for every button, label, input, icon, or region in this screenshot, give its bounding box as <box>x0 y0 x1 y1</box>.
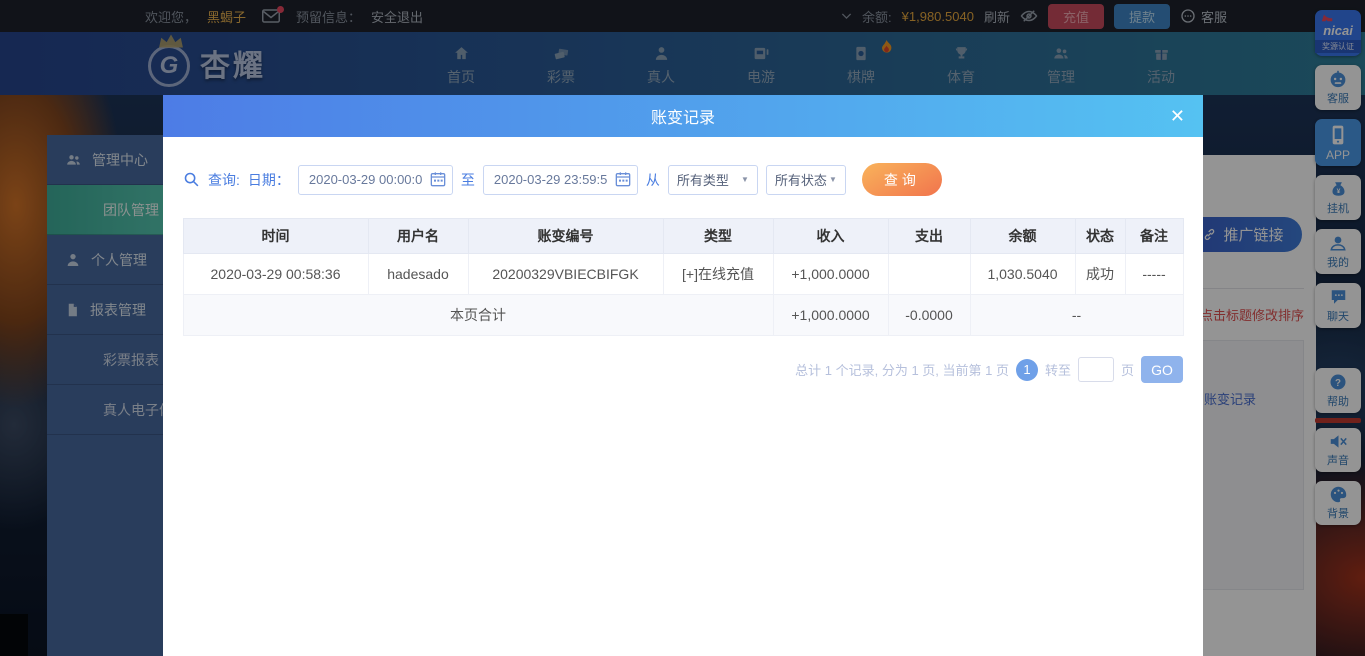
goto-page-input[interactable] <box>1077 357 1114 382</box>
cell-expense <box>887 253 971 295</box>
cell-type: [+]在线充值 <box>662 253 774 295</box>
page-number-button[interactable]: 1 <box>1015 358 1038 381</box>
search-icon <box>184 172 199 187</box>
cell-balance: 1,030.5040 <box>969 253 1076 295</box>
summary-balance: -- <box>969 294 1184 336</box>
col-change-no: 账变编号 <box>467 218 664 254</box>
modal-title: 账变记录 <box>650 110 715 127</box>
cell-remark: ----- <box>1124 253 1184 295</box>
summary-expense: -0.0000 <box>887 294 971 336</box>
to-label: 至 <box>460 171 475 188</box>
pagination-summary: 总计 1 个记录, 分为 1 页, 当前第 1 页 <box>795 363 1009 378</box>
close-icon[interactable]: ✕ <box>1170 107 1185 125</box>
col-username: 用户名 <box>367 218 469 254</box>
from-label: 从 <box>645 171 660 188</box>
search-form: 查询: 日期： 至 从 所有类型 ▼ 所有状态 ▼ 查询 <box>183 163 1203 196</box>
cell-income: +1,000.0000 <box>772 253 889 295</box>
goto-label: 转至 <box>1044 363 1071 378</box>
col-expense: 支出 <box>887 218 971 254</box>
date-label: 日期： <box>247 171 290 188</box>
status-select[interactable]: 所有状态 ▼ <box>765 164 846 195</box>
records-table: 时间 用户名 账变编号 类型 收入 支出 余额 状态 备注 2020-03-29… <box>182 218 1184 336</box>
modal-header: 账变记录 ✕ <box>163 95 1203 137</box>
col-income: 收入 <box>772 218 889 254</box>
query-label: 查询: <box>208 171 240 188</box>
type-select[interactable]: 所有类型 ▼ <box>667 164 758 195</box>
col-type: 类型 <box>662 218 774 254</box>
cell-username: hadesado <box>367 253 469 295</box>
calendar-icon[interactable] <box>615 171 631 187</box>
query-button[interactable]: 查询 <box>861 163 942 196</box>
cell-status: 成功 <box>1074 253 1126 295</box>
go-button[interactable]: GO <box>1141 356 1183 383</box>
col-status: 状态 <box>1074 218 1126 254</box>
summary-income: +1,000.0000 <box>772 294 889 336</box>
cell-time: 2020-03-29 00:58:36 <box>182 253 369 295</box>
col-time: 时间 <box>182 218 369 254</box>
pagination: 总计 1 个记录, 分为 1 页, 当前第 1 页 1 转至 页 GO <box>163 356 1183 383</box>
summary-label: 本页合计 <box>182 294 774 336</box>
table-header-row: 时间 用户名 账变编号 类型 收入 支出 余额 状态 备注 <box>182 218 1184 254</box>
col-remark: 备注 <box>1124 218 1184 254</box>
chevron-down-icon: ▼ <box>828 175 837 184</box>
cell-change-no: 20200329VBIECBIFGK <box>467 253 664 295</box>
table-summary-row: 本页合计 +1,000.0000 -0.0000 -- <box>182 294 1184 336</box>
table-row: 2020-03-29 00:58:36 hadesado 20200329VBI… <box>182 253 1184 295</box>
page-unit-label: 页 <box>1120 363 1134 378</box>
chevron-down-icon: ▼ <box>740 175 749 184</box>
calendar-icon[interactable] <box>430 171 446 187</box>
col-balance: 余额 <box>969 218 1076 254</box>
account-change-modal: 账变记录 ✕ 查询: 日期： 至 从 所有类型 ▼ 所有状态 ▼ 查询 <box>163 95 1203 656</box>
